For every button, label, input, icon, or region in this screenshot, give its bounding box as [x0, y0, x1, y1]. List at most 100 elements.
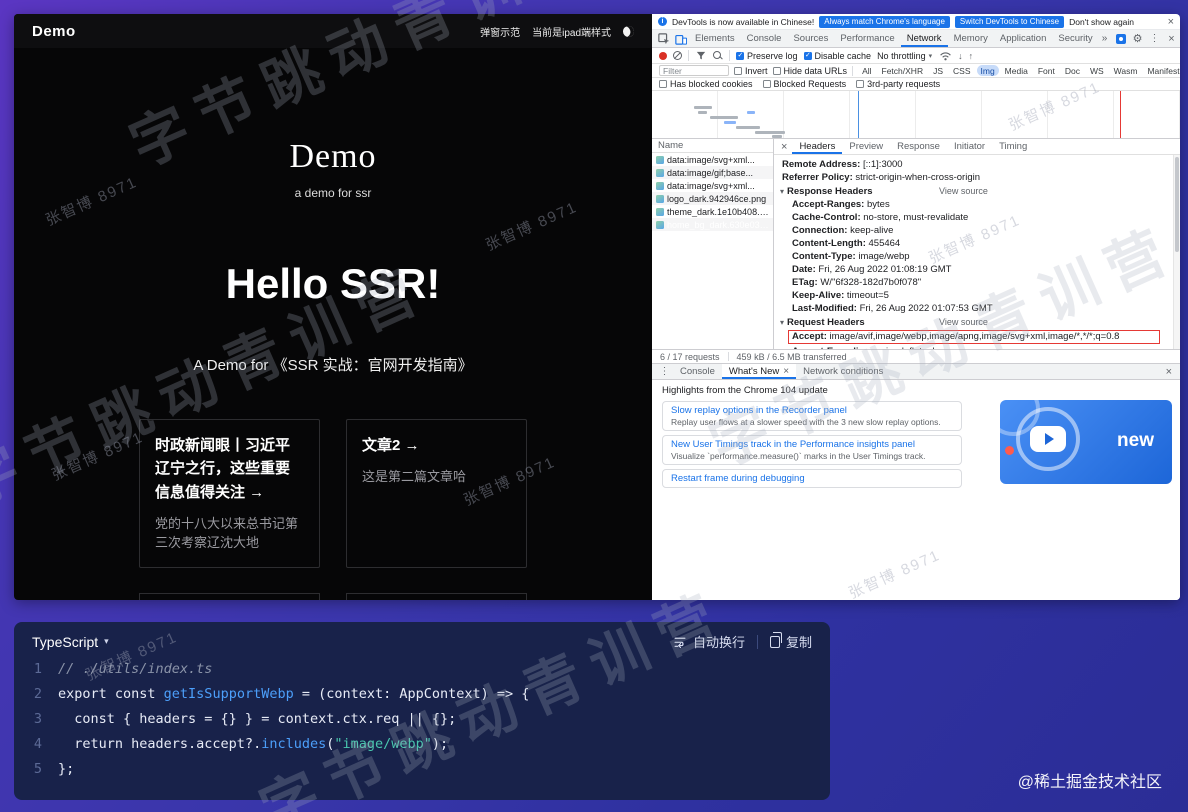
tab-console[interactable]: Console — [741, 30, 788, 47]
whats-new-promo-image[interactable]: new — [1000, 400, 1172, 484]
filter-input[interactable] — [659, 65, 729, 76]
whats-new-item[interactable]: Restart frame during debugging — [662, 469, 962, 488]
search-icon[interactable] — [713, 50, 723, 61]
filter-pill-media[interactable]: Media — [1001, 65, 1032, 76]
kebab-menu-icon[interactable]: ⋮ — [1146, 30, 1163, 47]
filter-pill-all[interactable]: All — [858, 65, 875, 76]
drawer-tab-network-conditions[interactable]: Network conditions — [796, 364, 890, 379]
network-conditions-icon[interactable] — [938, 51, 952, 61]
code-line: 4 return headers.accept?. includes("image… — [14, 732, 830, 757]
request-row[interactable]: data:image/svg+xml... — [652, 153, 773, 166]
demo-site-panel: Demo 弹窗示范 当前是ipad端样式 Demo a demo for ssr… — [14, 14, 652, 600]
tab-preview[interactable]: Preview — [842, 139, 890, 154]
word-wrap-label: 自动换行 — [692, 635, 745, 650]
whats-new-item[interactable]: New User Timings track in the Performanc… — [662, 435, 962, 465]
kebab-menu-icon[interactable]: ⋮ — [656, 366, 673, 377]
view-source-link[interactable]: View source — [939, 186, 988, 196]
request-row[interactable]: data:image/svg+xml... — [652, 179, 773, 192]
more-tabs-icon[interactable]: » — [1099, 30, 1111, 47]
clear-icon[interactable] — [673, 51, 682, 60]
request-row-selected[interactable]: home_bg_dark.630e0352.webp — [652, 218, 773, 231]
code-editor[interactable]: 1// ./utils/index.ts 2 export const getIs… — [14, 657, 830, 782]
network-overview-timeline[interactable] — [652, 91, 1180, 139]
filter-icon[interactable] — [695, 51, 707, 61]
site-navbar: Demo 弹窗示范 当前是ipad端样式 — [14, 14, 652, 48]
request-row[interactable]: data:image/gif;base... — [652, 166, 773, 179]
tab-timing[interactable]: Timing — [992, 139, 1034, 154]
preserve-log-checkbox[interactable]: Preserve log — [736, 51, 798, 61]
theme-toggle-icon[interactable] — [620, 23, 637, 39]
tab-performance[interactable]: Performance — [834, 30, 900, 47]
import-har-icon[interactable]: ↓ — [958, 51, 963, 61]
filter-pill-font[interactable]: Font — [1034, 65, 1059, 76]
waterfall-bar — [755, 131, 785, 134]
name-column-header[interactable]: Name — [652, 139, 773, 153]
tab-network[interactable]: Network — [901, 30, 948, 47]
article-card-partial[interactable] — [139, 592, 320, 600]
close-icon[interactable]: × — [1162, 366, 1176, 378]
drawer-tab-console[interactable]: Console — [673, 364, 722, 379]
copy-button[interactable]: 复制 — [769, 632, 812, 651]
article-card[interactable]: 时政新闻眼丨习近平辽宁之行，这些重要信息值得关注 → 党的十八大以来总书记第三次… — [139, 419, 320, 568]
filter-pill-fetch-xhr[interactable]: Fetch/XHR — [878, 65, 928, 76]
dont-show-again-button[interactable]: Don't show again — [1069, 17, 1134, 27]
tab-elements[interactable]: Elements — [689, 30, 741, 47]
request-headers-section[interactable]: ▾ Request Headers View source — [774, 315, 1170, 329]
tab-initiator[interactable]: Initiator — [947, 139, 992, 154]
device-toolbar-icon[interactable] — [672, 30, 689, 47]
chevron-down-icon: ▾ — [104, 636, 109, 646]
disclosure-triangle-icon[interactable]: ▾ — [780, 187, 784, 196]
issues-icon[interactable] — [1116, 33, 1126, 44]
close-icon[interactable]: × — [1168, 16, 1174, 28]
tab-security[interactable]: Security — [1052, 30, 1098, 47]
blocked-requests-checkbox[interactable]: Blocked Requests — [762, 79, 846, 89]
has-blocked-cookies-checkbox[interactable]: Has blocked cookies — [659, 79, 753, 89]
tab-headers[interactable]: Headers — [792, 139, 842, 154]
tab-response[interactable]: Response — [890, 139, 947, 154]
request-row[interactable]: theme_dark.1e10b408.png — [652, 205, 773, 218]
filter-pill-js[interactable]: JS — [929, 65, 947, 76]
tab-sources[interactable]: Sources — [787, 30, 834, 47]
filter-pill-css[interactable]: CSS — [949, 65, 974, 76]
drawer-tab-whats-new[interactable]: What's New × — [721, 364, 797, 379]
inspect-icon[interactable] — [655, 30, 672, 47]
view-source-link[interactable]: View source — [939, 317, 988, 327]
filter-pill-wasm[interactable]: Wasm — [1110, 65, 1142, 76]
article-card-partial[interactable] — [346, 592, 527, 600]
timeline-tick — [916, 91, 982, 103]
code-actions: 自动换行 复制 — [673, 632, 812, 651]
word-wrap-button[interactable]: 自动换行 — [673, 632, 745, 651]
tab-application[interactable]: Application — [994, 30, 1052, 47]
invert-checkbox[interactable]: Invert — [734, 66, 768, 76]
switch-to-chinese-button[interactable]: Switch DevTools to Chinese — [954, 15, 1065, 28]
nav-link-device-style[interactable]: 当前是ipad端样式 — [532, 24, 611, 39]
article-card[interactable]: 文章2 → 这是第二篇文章哈 — [346, 419, 527, 568]
filter-pill-ws[interactable]: WS — [1086, 65, 1108, 76]
settings-gear-icon[interactable]: ⚙ — [1129, 30, 1146, 47]
match-language-button[interactable]: Always match Chrome's language — [819, 15, 950, 28]
scrollbar[interactable] — [1173, 155, 1180, 349]
export-har-icon[interactable]: ↑ — [969, 51, 974, 61]
close-icon[interactable]: × — [1163, 30, 1180, 47]
request-row[interactable]: logo_dark.942946ce.png — [652, 192, 773, 205]
whats-new-item-title[interactable]: New User Timings track in the Performanc… — [671, 439, 953, 450]
record-icon[interactable] — [659, 51, 667, 60]
scrollbar-thumb[interactable] — [1175, 157, 1179, 252]
tab-memory[interactable]: Memory — [948, 30, 994, 47]
whats-new-item[interactable]: Slow replay options in the Recorder pane… — [662, 401, 962, 431]
disable-cache-checkbox[interactable]: Disable cache — [803, 51, 871, 61]
hide-data-urls-checkbox[interactable]: Hide data URLs — [772, 66, 847, 76]
close-icon[interactable]: × — [776, 141, 792, 153]
filter-pill-doc[interactable]: Doc — [1061, 65, 1084, 76]
filter-pill-manifest[interactable]: Manifest — [1143, 65, 1180, 76]
nav-link-popup-demo[interactable]: 弹窗示范 — [480, 24, 520, 39]
disclosure-triangle-icon[interactable]: ▾ — [780, 318, 784, 327]
whats-new-item-title[interactable]: Slow replay options in the Recorder pane… — [671, 405, 953, 416]
throttling-select[interactable]: No throttling ▾ — [877, 51, 932, 61]
language-select[interactable]: TypeScript ▾ — [32, 634, 109, 650]
filter-pill-img[interactable]: Img — [976, 65, 999, 76]
third-party-requests-checkbox[interactable]: 3rd-party requests — [856, 79, 940, 89]
response-headers-section[interactable]: ▾ Response Headers View source — [774, 184, 1170, 198]
whats-new-item-title[interactable]: Restart frame during debugging — [671, 473, 953, 484]
close-icon[interactable]: × — [783, 366, 789, 377]
